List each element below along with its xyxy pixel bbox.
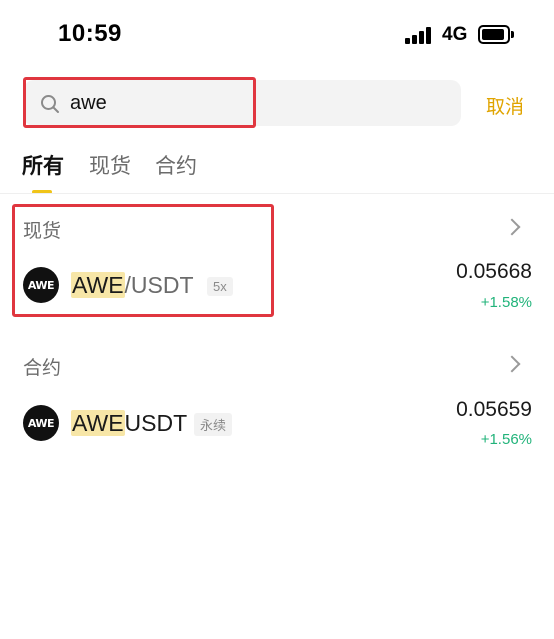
search-input[interactable] [70,88,440,118]
price-change: +1.58% [480,294,532,311]
price: 0.05659 [456,398,532,421]
list-item-contract-aweusdt[interactable]: AWE AWEUSDT 永续 0.05659 +1.56% [0,393,554,453]
section-title-contract: 合约 [23,358,62,379]
price: 0.05668 [456,260,532,283]
pair-name: AWEUSDT [71,410,187,437]
cancel-button[interactable]: 取消 [486,92,524,119]
category-tabs: 所有 现货 合约 [0,150,554,194]
pair-quote: USDT [124,410,188,436]
section-title-spot: 现货 [23,221,62,242]
chevron-right-icon[interactable] [503,355,521,373]
leverage-tag: 5x [207,277,233,296]
perpetual-tag: 永续 [194,413,233,436]
status-time: 10:59 [58,20,122,47]
battery-icon [478,25,514,44]
pair-quote: /USDT [124,272,194,298]
search-icon [41,95,59,113]
pair-name: AWE/USDT [71,272,194,299]
status-bar: 10:59 4G [0,0,554,70]
pair-base: AWE [71,272,125,298]
divider [0,193,554,194]
chevron-right-icon[interactable] [503,218,521,236]
pair-base: AWE [71,410,125,436]
tab-spot[interactable]: 现货 [89,150,131,180]
list-item-spot-awe-usdt[interactable]: AWE AWE/USDT 5x 0.05668 +1.58% [0,255,554,315]
awe-logo-icon: AWE [23,267,59,303]
signal-icon [405,27,435,44]
tab-contract[interactable]: 合约 [155,150,197,180]
price-change: +1.56% [480,431,532,448]
network-type: 4G [442,24,468,45]
tab-all[interactable]: 所有 [22,150,64,180]
awe-logo-icon: AWE [23,405,59,441]
